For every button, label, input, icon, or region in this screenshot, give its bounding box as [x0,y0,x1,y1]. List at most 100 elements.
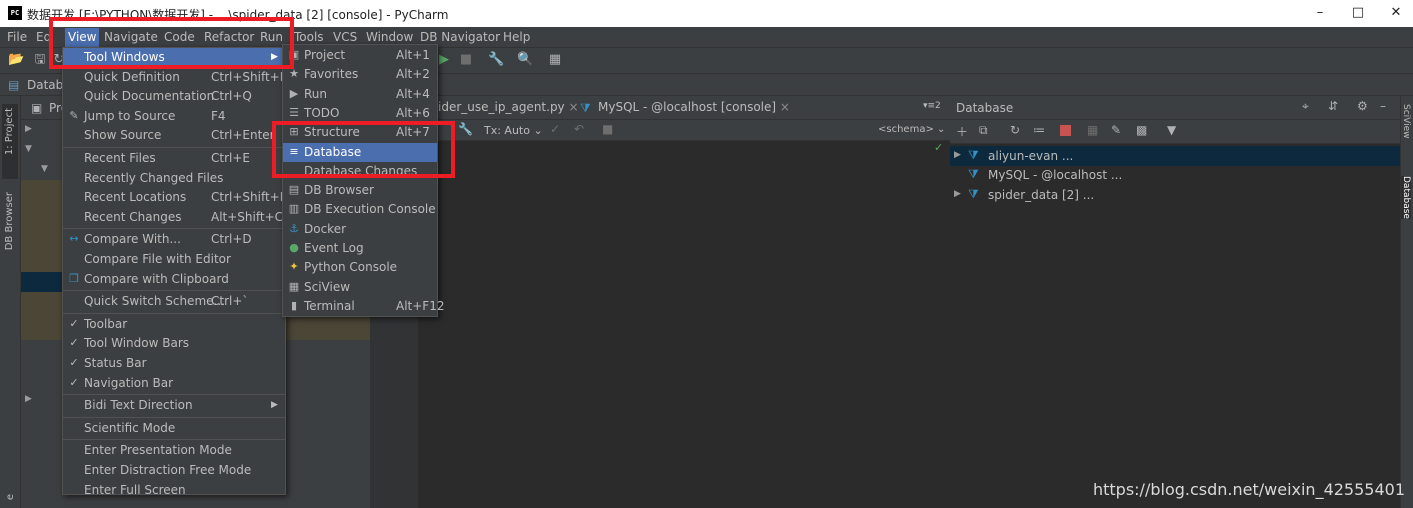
collapse-icon[interactable]: ⇵ [1328,99,1338,113]
view-menu-item-recent-locations[interactable]: Recent Locations Ctrl+Shift+E [63,188,287,207]
tool-window-item-db-browser[interactable]: ▤ DB Browser [283,181,437,200]
settings-wrench-icon[interactable]: 🔧 [488,53,504,67]
tx-mode-select[interactable]: Tx: Auto ⌄ [484,124,543,137]
tab-mysql-console[interactable]: MySQL - @localhost [console] × [598,100,790,114]
add-icon[interactable]: ＋ [956,123,968,140]
table-icon[interactable]: ▦ [1087,123,1098,137]
menu-vcs[interactable]: VCS [333,30,357,44]
rollback-icon[interactable]: ↶ [574,122,584,136]
menu-db-navigator[interactable]: DB Navigator [420,30,500,44]
menu-window[interactable]: Window [366,30,413,44]
sciview-tool-button[interactable]: SciView [1401,104,1411,139]
tool-window-item-sciview[interactable]: ▦ SciView [283,278,437,297]
mysql-icon: ⧩ [968,167,979,181]
view-menu-item-recently-changed-files[interactable]: Recently Changed Files [63,169,285,188]
menu-help[interactable]: Help [503,30,530,44]
view-menu-item-status-bar[interactable]: ✓ Status Bar [63,354,285,373]
compare-icon: ↔ [69,232,79,246]
db-tree-item[interactable]: ▶ ⧩ aliyun-evan ... [950,146,1400,166]
copy-icon[interactable]: ⧉ [979,123,988,138]
database-tree: ▶ ⧩ aliyun-evan ... ⧩ MySQL - @localhost… [950,144,1400,508]
view-menu-item-quick-definition[interactable]: Quick Definition Ctrl+Shift+I [63,68,285,87]
bottom-tool-label[interactable]: e [5,494,16,500]
menu-item-shortcut: F4 [211,108,226,123]
gear-icon[interactable]: ⚙ [1357,99,1368,113]
schema-icon[interactable]: ≔ [1033,123,1045,137]
view-menu-item-tool-window-bars[interactable]: ✓ Tool Window Bars [63,334,285,353]
menu-file[interactable]: File [7,30,27,44]
view-menu-item-show-source[interactable]: Show Source Ctrl+Enter [63,126,285,145]
tool-window-item-event-log[interactable]: ● Event Log [283,239,437,258]
editor-area[interactable] [370,96,950,508]
database-panel-header: Database ⌖ ⇵ ⚙ – [950,96,1400,120]
view-menu-item-quick-documentation[interactable]: Quick Documentation Ctrl+Q [63,87,285,106]
tab-spider-use-ip-agent[interactable]: ider_use_ip_agent.py × [438,100,579,114]
db-browser-icon: ▤ [288,183,300,197]
db-tree-item[interactable]: ⧩ MySQL - @localhost ... [950,165,1400,185]
tool-window-item-python-console[interactable]: ✦ Python Console [283,258,437,277]
menu-item-shortcut: Alt+4 [396,86,430,101]
view-menu-item-scientific-mode[interactable]: Scientific Mode [63,419,285,438]
console-icon[interactable]: ▩ [1136,123,1147,137]
menu-item-label: Navigation Bar [84,375,174,390]
search-icon[interactable]: 🔍 [517,53,533,67]
menu-item-label: Quick Definition [84,69,180,84]
schema-select[interactable]: <schema> ⌄ [878,124,945,135]
menu-item-label: Scientific Mode [84,420,176,435]
view-menu-item-compare-file-with-editor[interactable]: Compare File with Editor [63,250,285,269]
stop-icon[interactable]: ■ [459,53,473,67]
view-menu-item-quick-switch-scheme[interactable]: Quick Switch Scheme... Ctrl+` [63,292,285,311]
hide-icon[interactable]: – [1380,99,1386,113]
menu-item-label: Bidi Text Direction [84,398,193,413]
tool-window-item-project[interactable]: ▣ Project Alt+1 [283,46,437,65]
edit-icon[interactable]: ✎ [1111,123,1121,137]
menu-item-label: Quick Documentation [84,89,215,104]
menu-tools[interactable]: Tools [294,30,324,44]
menu-separator [63,439,285,441]
database-tool-button[interactable]: Database [1401,176,1411,219]
vcs-icon[interactable]: ▦ [548,53,562,67]
view-menu-item-enter-presentation-mode[interactable]: Enter Presentation Mode [63,441,285,460]
view-menu-item-recent-changes[interactable]: Recent Changes Alt+Shift+C [63,208,285,227]
stop-icon[interactable]: ■ [602,122,613,136]
view-menu-item-enter-distraction-free-mode[interactable]: Enter Distraction Free Mode [63,461,285,480]
chevron-down-icon: ▼ [41,164,48,174]
view-menu-item-bidi-text-direction[interactable]: Bidi Text Direction ▶ [63,396,285,415]
check-icon: ✓ [69,356,79,369]
db-tree-item[interactable]: ▶ ⧩ spider_data [2] ... [950,185,1400,205]
view-menu-item-enter-full-screen[interactable]: Enter Full Screen [63,481,285,500]
project-tool-button[interactable]: 1: Project [2,104,18,179]
tabs-overflow-button[interactable]: ▾≡2 [923,101,941,111]
view-menu-item-navigation-bar[interactable]: ✓ Navigation Bar [63,374,285,393]
view-menu-item-toolbar[interactable]: ✓ Toolbar [63,315,285,334]
target-icon[interactable]: ⌖ [1302,99,1309,114]
open-folder-icon[interactable]: 📂 [8,53,24,67]
view-menu: Tool Windows ▶ Quick Definition Ctrl+Shift+… [62,47,287,497]
refresh-icon[interactable]: ↻ [1010,123,1020,137]
view-menu-item-recent-files[interactable]: Recent Files Ctrl+E [63,149,285,168]
wrench-icon[interactable]: 🔧 [458,122,473,136]
commit-icon[interactable]: ✓ [550,122,560,136]
tool-window-item-docker[interactable]: ⚓ Docker [283,220,437,239]
tool-window-item-favorites[interactable]: ★ Favorites Alt+2 [283,65,437,84]
view-menu-item-jump-to-source[interactable]: ✎ Jump to Source F4 [63,107,285,126]
tool-window-item-terminal[interactable]: ▮ Terminal Alt+F12 [283,297,445,316]
view-menu-item-compare-with-clipboard[interactable]: ❐ Compare with Clipboard [63,270,285,289]
menu-item-label: SciView [304,279,351,294]
tool-window-item-db-execution-console[interactable]: ▥ DB Execution Console [283,200,437,219]
terminal-icon: ▮ [290,298,298,312]
run-icon[interactable]: ▶ [437,53,451,67]
save-icon[interactable]: 🖫 [33,53,47,67]
chevron-right-icon: ▶ [954,150,961,160]
menu-separator [63,290,285,292]
minimize-button[interactable]: – [1310,4,1330,22]
mysql-icon: ⧩ [968,187,979,201]
maximize-button[interactable]: □ [1348,4,1368,22]
view-menu-item-compare-with[interactable]: ↔ Compare With... Ctrl+D [63,230,285,249]
close-button[interactable]: ✕ [1386,4,1406,22]
filter-icon[interactable]: ▼ [1167,123,1176,137]
tool-window-item-run[interactable]: ▶ Run Alt+4 [283,85,437,104]
stop-icon[interactable] [1060,125,1071,136]
menu-item-label: DB Browser [304,183,374,198]
db-browser-tool-button[interactable]: DB Browser [2,188,18,258]
